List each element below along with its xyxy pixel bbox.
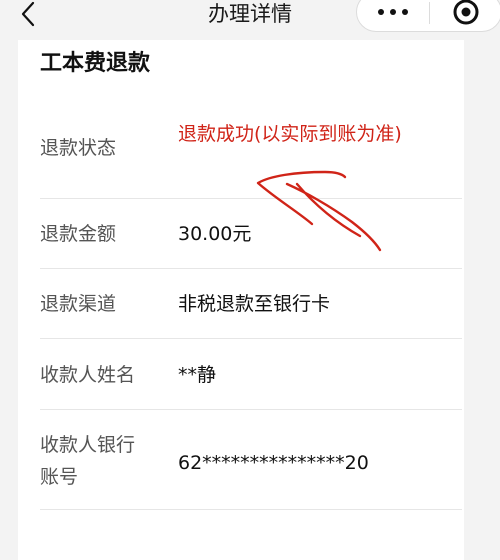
card-title: 工本费退款 (40, 51, 151, 76)
mini-program-capsule (356, 0, 500, 32)
row-divider (40, 338, 462, 339)
refund-status-label: 退款状态 (40, 137, 117, 159)
row-payee-account: 收款人银行账号 62***************20 (18, 429, 464, 499)
row-divider (40, 198, 462, 199)
more-dots-icon (378, 9, 384, 15)
row-payee-name: 收款人姓名 **静 (18, 359, 464, 393)
close-button[interactable] (430, 0, 500, 31)
row-refund-channel: 退款渠道 非税退款至银行卡 (18, 288, 464, 322)
target-close-icon (453, 0, 479, 25)
refund-status-value: 退款成功(以实际到账为准) (178, 123, 402, 145)
refund-amount-label: 退款金额 (40, 223, 117, 245)
payee-name-value: **静 (178, 364, 217, 386)
top-nav-bar: 办理详情 (0, 0, 500, 34)
row-divider (40, 509, 462, 510)
payee-name-label: 收款人姓名 (40, 364, 136, 386)
refund-channel-label: 退款渠道 (40, 293, 117, 315)
row-refund-amount: 退款金额 30.00元 (18, 218, 464, 252)
refund-detail-card: 工本费退款 退款状态 退款成功(以实际到账为准) 退款金额 30.00元 退款渠… (18, 40, 464, 560)
row-divider (40, 409, 462, 410)
row-refund-status: 退款状态 退款成功(以实际到账为准) (18, 118, 464, 202)
payee-account-label: 收款人银行账号 (40, 434, 136, 488)
refund-amount-value: 30.00元 (178, 223, 252, 245)
more-button[interactable] (357, 0, 429, 31)
row-divider (40, 268, 462, 269)
refund-channel-value: 非税退款至银行卡 (178, 293, 331, 315)
payee-account-value: 62***************20 (178, 452, 369, 474)
